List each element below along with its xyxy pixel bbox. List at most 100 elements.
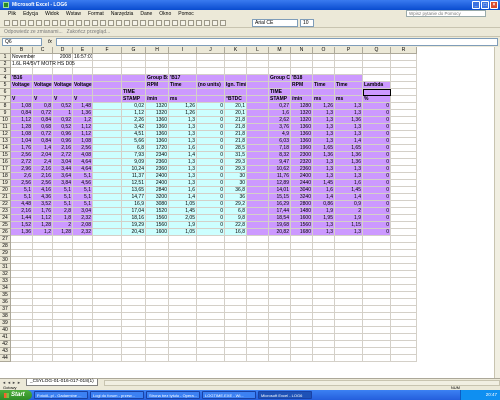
toolbar-icon[interactable] <box>204 19 210 26</box>
data-cell[interactable]: % <box>363 96 391 103</box>
grid-cell[interactable] <box>33 320 53 327</box>
grid-cell[interactable] <box>11 271 33 278</box>
grid-cell[interactable] <box>391 131 417 138</box>
grid-cell[interactable] <box>363 68 391 75</box>
grid-cell[interactable] <box>93 292 122 299</box>
data-cell[interactable]: 18,16 <box>122 215 146 222</box>
data-cell[interactable]: 18,54 <box>269 215 291 222</box>
data-cell[interactable]: 0 <box>197 117 225 124</box>
column-header[interactable]: Q <box>363 47 391 54</box>
grid-cell[interactable] <box>73 306 93 313</box>
data-cell[interactable] <box>247 96 269 103</box>
data-cell[interactable] <box>197 96 225 103</box>
toolbar-icon[interactable] <box>124 19 130 26</box>
grid-cell[interactable] <box>291 68 313 75</box>
data-cell[interactable]: 0 <box>363 117 391 124</box>
grid-cell[interactable] <box>53 292 73 299</box>
grid-cell[interactable] <box>247 250 269 257</box>
grid-cell[interactable] <box>11 68 33 75</box>
data-cell[interactable]: 2,05 <box>169 215 197 222</box>
grid-cell[interactable] <box>313 61 335 68</box>
grid-cell[interactable] <box>197 278 225 285</box>
grid-cell[interactable] <box>225 348 247 355</box>
data-cell[interactable]: 3080 <box>146 201 169 208</box>
grid-cell[interactable] <box>335 320 363 327</box>
data-cell[interactable]: 1,28 <box>33 222 53 229</box>
data-cell[interactable] <box>247 222 269 229</box>
grid-cell[interactable] <box>93 271 122 278</box>
grid-cell[interactable] <box>247 299 269 306</box>
data-cell[interactable]: 1,6 <box>169 145 197 152</box>
toolbar-icon[interactable] <box>220 19 226 26</box>
grid-cell[interactable] <box>391 82 417 89</box>
data-cell[interactable] <box>269 82 291 89</box>
toolbar-icon[interactable] <box>92 19 98 26</box>
menu-item[interactable]: Wstaw <box>66 11 81 17</box>
grid-cell[interactable] <box>269 348 291 355</box>
data-cell[interactable]: 9,47 <box>269 159 291 166</box>
grid-cell[interactable] <box>269 243 291 250</box>
row-header[interactable]: 44 <box>0 355 11 362</box>
data-cell[interactable]: 2,32 <box>73 215 93 222</box>
grid-cell[interactable] <box>391 348 417 355</box>
grid-cell[interactable] <box>269 327 291 334</box>
grid-cell[interactable] <box>11 264 33 271</box>
data-cell[interactable]: 1,4 <box>335 194 363 201</box>
menu-item[interactable]: Pomoc <box>178 11 194 17</box>
data-cell[interactable]: 1360 <box>146 117 169 124</box>
data-cell[interactable]: 2008 <box>53 54 73 61</box>
row-header[interactable]: 22 <box>0 201 11 208</box>
grid-cell[interactable] <box>313 341 335 348</box>
data-cell[interactable]: 0 <box>363 131 391 138</box>
row-header[interactable]: 14 <box>0 145 11 152</box>
data-cell[interactable] <box>53 75 73 82</box>
grid-cell[interactable] <box>225 278 247 285</box>
menu-item[interactable]: Format <box>88 11 104 17</box>
grid-cell[interactable] <box>391 327 417 334</box>
data-cell[interactable]: 0 <box>363 194 391 201</box>
grid-cell[interactable] <box>363 341 391 348</box>
data-cell[interactable]: 0 <box>197 229 225 236</box>
grid-cell[interactable] <box>313 271 335 278</box>
grid-cell[interactable] <box>291 271 313 278</box>
toolbar-icon[interactable] <box>12 19 18 26</box>
row-header[interactable]: 6 <box>0 89 11 96</box>
row-header[interactable]: 36 <box>0 299 11 306</box>
toolbar-icon[interactable] <box>188 19 194 26</box>
grid-cell[interactable] <box>122 334 146 341</box>
grid-cell[interactable] <box>247 355 269 362</box>
data-cell[interactable]: (no units) <box>197 82 225 89</box>
data-cell[interactable]: 1,3 <box>169 117 197 124</box>
data-cell[interactable] <box>93 173 122 180</box>
data-cell[interactable]: 8,32 <box>269 152 291 159</box>
grid-cell[interactable] <box>313 54 335 61</box>
grid-cell[interactable] <box>53 334 73 341</box>
data-cell[interactable]: 1,4 <box>313 194 335 201</box>
data-cell[interactable] <box>335 89 363 96</box>
grid-cell[interactable] <box>363 250 391 257</box>
data-cell[interactable]: 1600 <box>146 229 169 236</box>
grid-cell[interactable] <box>73 236 93 243</box>
data-cell[interactable]: 4,48 <box>11 201 33 208</box>
grid-cell[interactable] <box>169 348 197 355</box>
data-cell[interactable] <box>247 166 269 173</box>
data-cell[interactable]: 5,1 <box>53 201 73 208</box>
data-cell[interactable]: 2,04 <box>33 152 53 159</box>
data-cell[interactable] <box>247 229 269 236</box>
grid-cell[interactable] <box>313 278 335 285</box>
toolbar-icon[interactable] <box>84 19 90 26</box>
menu-item[interactable]: Dane <box>140 11 152 17</box>
data-cell[interactable]: 1,12 <box>73 131 93 138</box>
grid-cell[interactable] <box>73 334 93 341</box>
toolbar-icon[interactable] <box>52 19 58 26</box>
data-cell[interactable]: 1,08 <box>11 103 33 110</box>
grid-cell[interactable] <box>313 313 335 320</box>
grid-cell[interactable] <box>33 306 53 313</box>
grid-cell[interactable] <box>291 327 313 334</box>
data-cell[interactable] <box>247 131 269 138</box>
grid-cell[interactable] <box>73 285 93 292</box>
row-header[interactable]: 28 <box>0 243 11 250</box>
grid-cell[interactable] <box>391 320 417 327</box>
grid-cell[interactable] <box>33 264 53 271</box>
grid-cell[interactable] <box>197 236 225 243</box>
